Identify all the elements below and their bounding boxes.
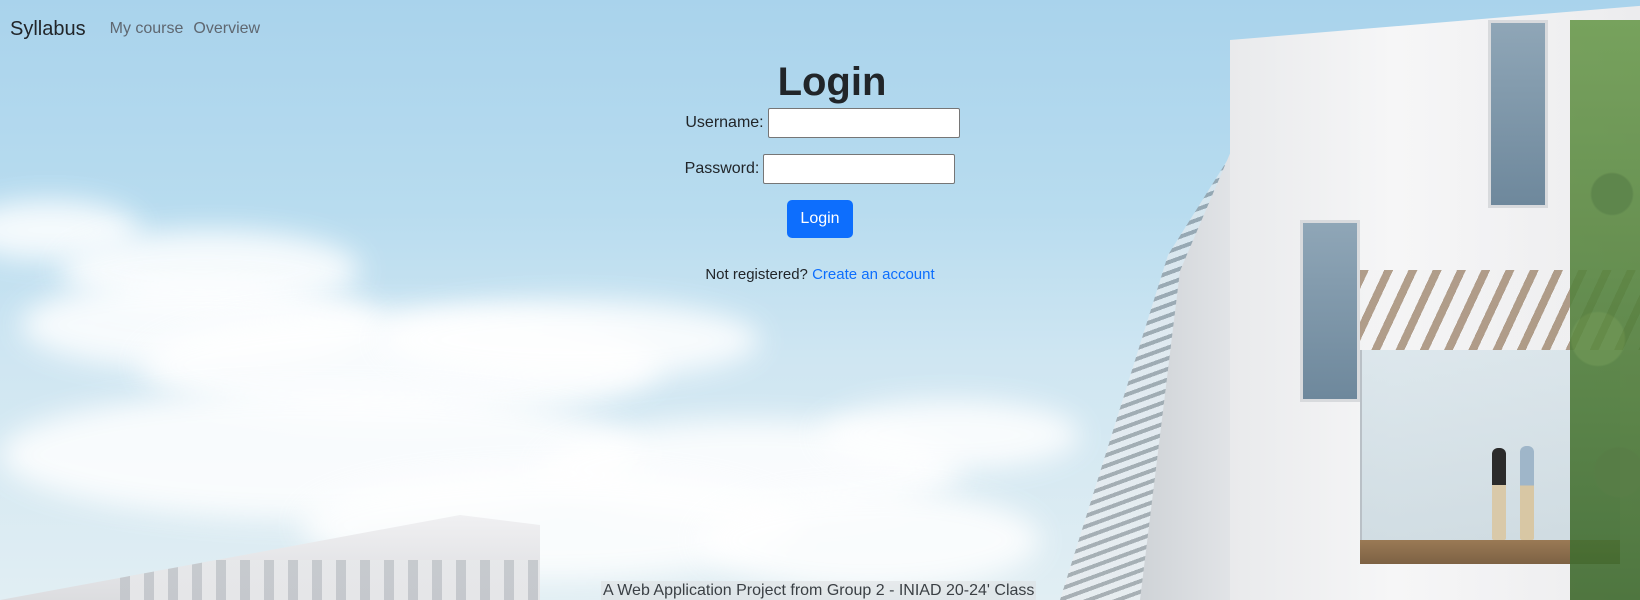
username-row: Username:	[685, 108, 960, 138]
password-label: Password:	[684, 160, 760, 177]
top-navbar: Syllabus My course Overview	[0, 0, 1640, 58]
register-prompt: Not registered? Create an account	[705, 266, 934, 283]
username-input[interactable]	[767, 108, 960, 138]
footer-text: A Web Application Project from Group 2 -…	[601, 581, 1037, 600]
not-registered-text: Not registered?	[705, 266, 813, 283]
username-label: Username:	[685, 114, 764, 131]
login-form: Login Username: Password: Login Not regi…	[0, 58, 1640, 283]
nav-link-overview[interactable]: Overview	[193, 20, 260, 38]
brand-link[interactable]: Syllabus	[10, 18, 86, 41]
password-input[interactable]	[763, 154, 956, 184]
password-row: Password:	[685, 154, 956, 184]
create-account-link[interactable]: Create an account	[812, 266, 935, 283]
page-title: Login	[777, 60, 887, 104]
login-button[interactable]: Login	[787, 200, 853, 238]
nav-link-my-course[interactable]: My course	[110, 20, 184, 38]
